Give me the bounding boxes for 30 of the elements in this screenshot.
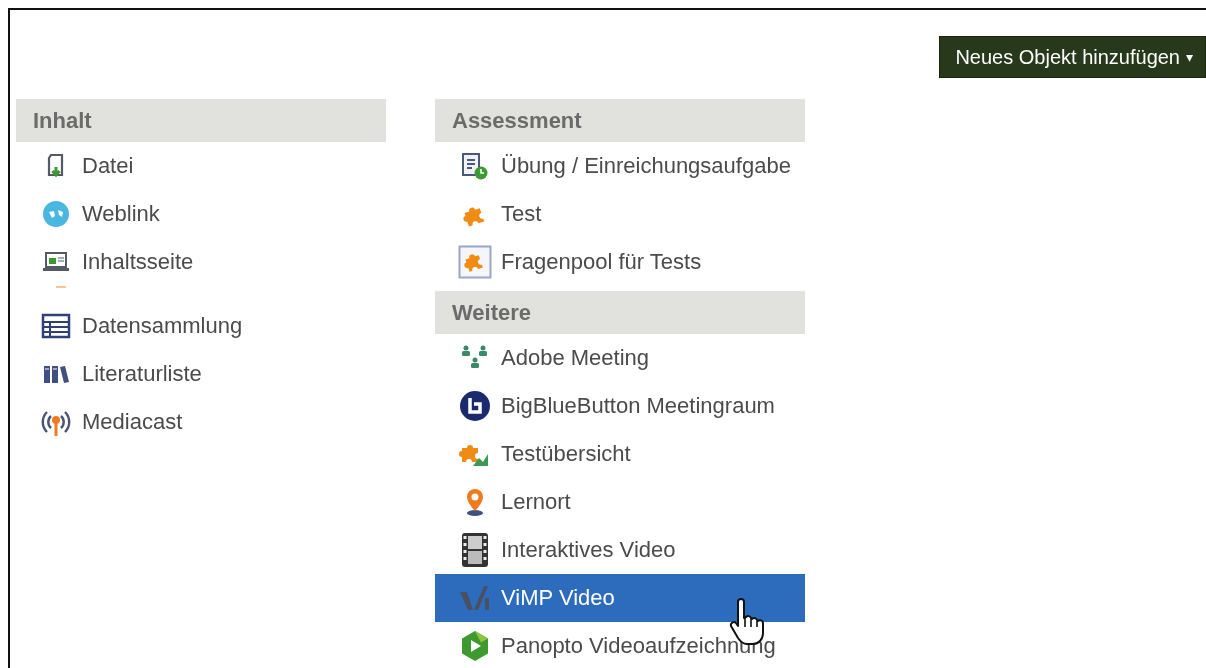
group-heading: Weitere (435, 291, 805, 334)
group-heading: Inhalt (16, 99, 386, 142)
globe-icon (42, 200, 70, 228)
menu-item[interactable]: Fragenpool für Tests (435, 238, 805, 286)
menu-item[interactable]: Weblink (16, 190, 386, 238)
books-icon (42, 363, 70, 385)
menu-item[interactable]: Inhaltsseite (16, 238, 386, 286)
play-hexagon-icon (459, 630, 491, 662)
menu-item[interactable]: Mediacast (16, 398, 386, 446)
dash-icon (56, 286, 66, 289)
add-object-button[interactable]: Neues Objekt hinzufügen ▾ (939, 36, 1206, 78)
menu-item[interactable]: Literaturliste (16, 350, 386, 398)
menu-item[interactable]: Lernort (435, 478, 805, 526)
table-icon (41, 313, 71, 339)
letter-circle-icon (459, 390, 491, 422)
puzzle-tile-icon (458, 245, 492, 279)
menu-item[interactable]: Test (435, 190, 805, 238)
group-heading: Assessment (435, 99, 805, 142)
menu-item[interactable]: Übung / Einreichungsaufgabe (435, 142, 805, 190)
menu-item[interactable]: Interaktives Video (435, 526, 805, 574)
menu-item[interactable]: Testübersicht (435, 430, 805, 478)
menu-item[interactable]: Adobe Meeting (435, 334, 805, 382)
laptop-icon (41, 250, 71, 274)
document-clock-icon (461, 152, 489, 180)
menu-item[interactable]: Datensammlung (16, 302, 386, 350)
menu-item[interactable]: Panopto Videoaufzeichnung (435, 622, 805, 668)
menu-item[interactable]: BigBlueButton Meetingraum (435, 382, 805, 430)
menu-item[interactable]: Datei (16, 142, 386, 190)
film-strip-icon (460, 532, 490, 568)
menu-item[interactable]: ViMP Video (435, 574, 805, 622)
